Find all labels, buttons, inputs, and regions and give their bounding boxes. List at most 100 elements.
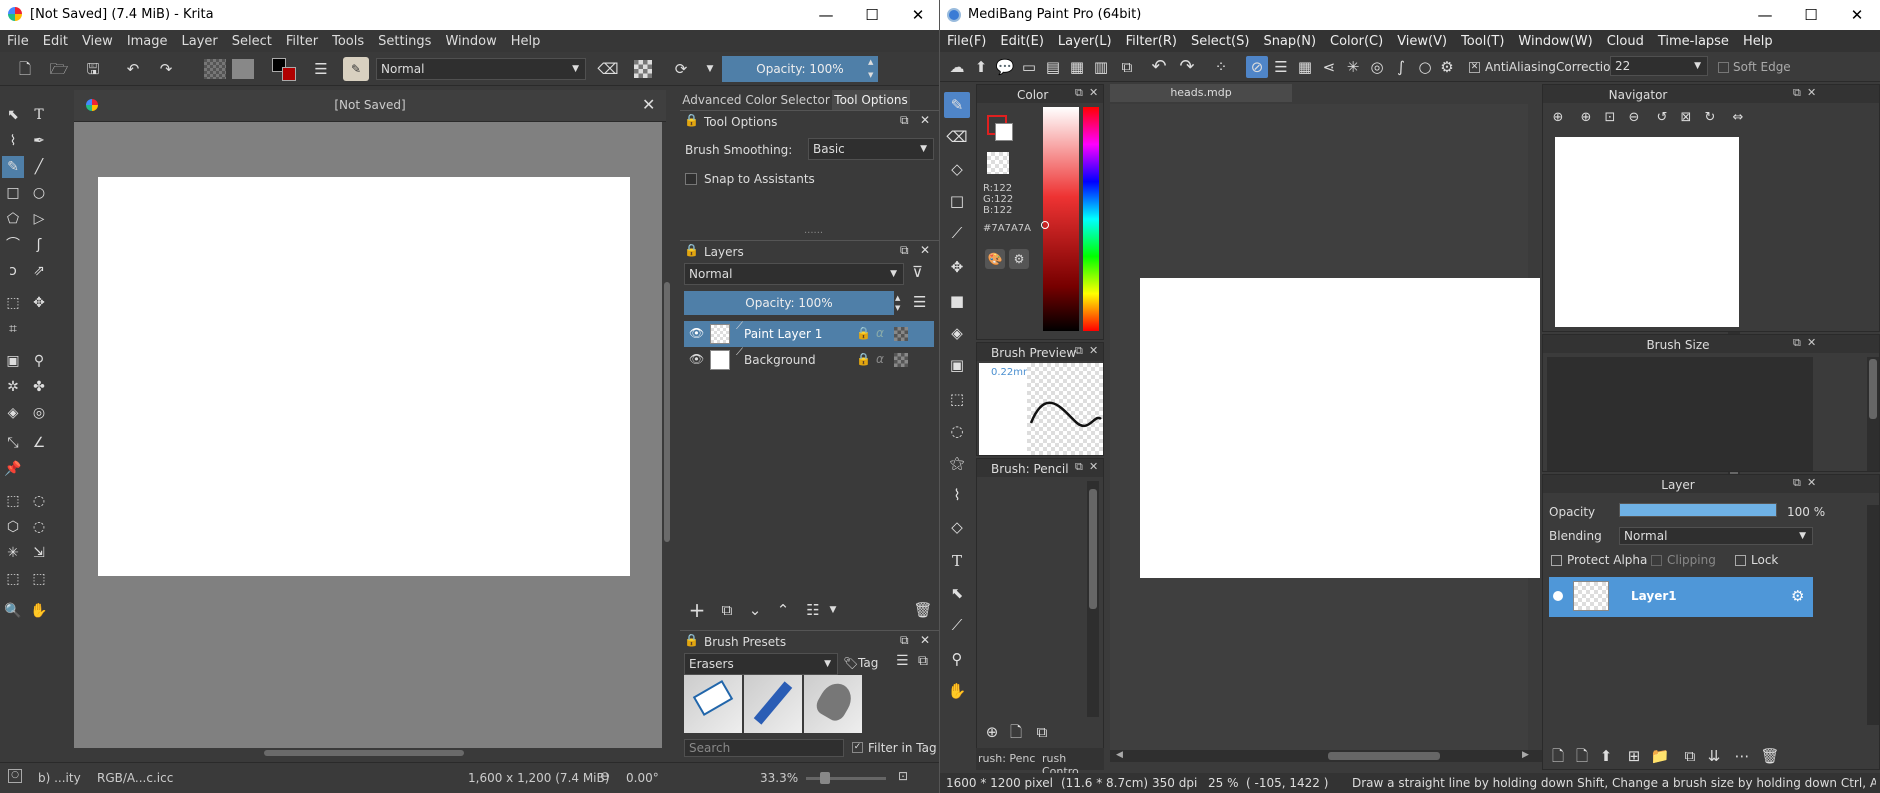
palette-icon[interactable]: 🎨 [985,249,1005,269]
visibility-eye-icon[interactable]: 👁 [689,326,704,340]
rotate-right-icon[interactable]: ↻ [1699,107,1721,129]
layer-opacity-slider[interactable] [1619,503,1777,517]
menu-colorc[interactable]: Color(C) [1323,34,1390,49]
palette-settings-icon[interactable]: ⚙ [1009,249,1029,269]
transform-tool-icon[interactable]: ⬚ [2,292,24,314]
layers-float-icon[interactable]: ⧉ [900,243,909,258]
undo-icon[interactable]: ↶ [1148,56,1170,78]
float-panel-icon[interactable]: ⧉ [1075,344,1083,358]
tag-label[interactable]: Tag [858,656,878,670]
freehand-path-tool-icon[interactable]: ʃ [28,234,50,256]
zoom-slider[interactable] [806,772,886,784]
text-tool-icon[interactable]: T [944,548,970,574]
polygon-tool-icon[interactable]: ⬠ [2,208,24,230]
hue-slider[interactable] [1083,107,1099,331]
flip-icon[interactable]: ⇔ [1727,107,1749,129]
layer-name[interactable]: Paint Layer 1 [744,327,822,341]
ellipse-tool-icon[interactable]: ○ [28,182,50,204]
menu-select[interactable]: Select [225,34,279,49]
text-tool-icon[interactable]: T [28,104,50,126]
presets-lock-icon[interactable]: 🔒 [684,633,699,647]
document-close-icon[interactable]: ✕ [642,95,655,114]
color-picker-tool-icon[interactable]: ⚲ [28,350,50,372]
new-brush-icon[interactable]: 🗋 [1005,721,1027,743]
menu-help[interactable]: Help [1736,34,1780,49]
layer-add-menu-icon[interactable]: ⊞ [1623,745,1645,767]
eraser-tool-icon[interactable]: ⌫ [944,124,970,150]
move-tool-icon[interactable]: ✥ [28,292,50,314]
deselect-icon[interactable]: ⁘ [1210,56,1232,78]
blur-tool-icon[interactable]: ⟋ [944,220,970,246]
zoom-slider-handle[interactable] [820,772,830,784]
canvas-area[interactable] [74,122,662,748]
zoom-in-icon[interactable]: ⊕ [1547,107,1569,129]
bucket-tool-icon[interactable]: ◈ [944,320,970,346]
brush-size-scroll-thumb[interactable] [1869,359,1877,419]
brush-list-scrollbar[interactable] [1087,481,1099,717]
layers-close-icon[interactable]: ✕ [920,243,930,257]
float-panel-icon[interactable]: ⧉ [1793,476,1801,490]
fill-tool-icon[interactable]: ◈ [2,402,24,424]
preset-menu-icon[interactable]: ⧉ [918,653,928,669]
gradient-tool-icon[interactable]: ▣ [944,352,970,378]
edit-shapes-tool-icon[interactable]: ⌇ [2,130,24,152]
close-panel-icon[interactable]: ✕ [1089,344,1098,357]
layer-properties-dropdown-icon[interactable]: ▼ [822,599,844,621]
menu-filef[interactable]: File(F) [940,34,993,49]
reload-preset-icon[interactable]: ⟳ [670,58,692,80]
rectangular-selection-tool-icon[interactable]: ⬚ [2,490,24,512]
operation-tool-icon[interactable]: ⬉ [944,580,970,606]
menu-tools[interactable]: Tools [325,34,371,49]
export-icon[interactable]: ⧉ [1116,56,1138,78]
delete-layer-icon[interactable]: 🗑 [912,599,934,621]
open-icon[interactable]: 🗁 [48,58,70,80]
bezier-tool-icon[interactable]: ⌒ [2,234,24,256]
enclose-fill-tool-icon[interactable]: ◎ [28,402,50,424]
float-panel-icon[interactable]: ⧉ [1793,86,1801,100]
scroll-right-icon[interactable]: ▶ [1522,750,1529,760]
horizontal-scroll-thumb[interactable] [1328,752,1440,760]
eraser-mode-icon[interactable]: ⌫ [597,58,619,80]
close-panel-icon[interactable]: ✕ [1807,86,1816,99]
menu-file[interactable]: File [0,34,36,49]
select-pen-tool-icon[interactable]: ⌇ [944,482,970,508]
color-picker-cursor[interactable] [1041,221,1049,229]
menu-layer[interactable]: Layer [175,34,225,49]
freehand-brush-tool-icon[interactable]: ✎ [2,156,24,178]
duplicate-layer-icon[interactable]: ⧉ [1679,745,1701,767]
brush-smoothing-select[interactable]: Basic ▼ [808,138,934,160]
preset-eraser-hard[interactable] [684,675,742,733]
cloud-icon[interactable]: ☁ [946,56,968,78]
fill-rect-tool-icon[interactable]: ■ [944,288,970,314]
layer-blend-mode-select[interactable]: Normal ▼ [684,263,904,285]
new-document-icon[interactable]: 🗋 [14,58,36,80]
tab-tool-options[interactable]: Tool Options [832,90,910,110]
rectangle-tool-icon[interactable]: □ [2,182,24,204]
new-halftone-layer-icon[interactable]: 🗋 [1571,745,1593,767]
preset-tag-select[interactable]: Erasers ▼ [684,653,838,675]
lock-icon[interactable]: 🔒 [684,113,699,127]
layer-row-background[interactable]: 👁 ⟋ Background 🔒 α [684,347,934,373]
close-icon[interactable]: ✕ [895,0,939,30]
select-tool-icon[interactable]: ⬚ [944,386,970,412]
alpha-lock-icon[interactable]: α [876,326,884,340]
status-rotation[interactable]: 0.00° [626,771,659,785]
medibang-canvas-document[interactable] [1140,278,1540,578]
menu-toolt[interactable]: Tool(T) [1454,34,1511,49]
soft-edge-checkbox[interactable] [1718,62,1729,73]
brush-size-scrollbar[interactable] [1867,357,1879,471]
eyedropper-tool-icon[interactable]: ⚲ [944,646,970,672]
tab-advanced-color-selector[interactable]: Advanced Color Selector [682,90,830,110]
layer-more-icon[interactable]: ⋯ [1731,745,1753,767]
close-panel-icon[interactable]: ✕ [1807,476,1816,489]
float-panel-icon[interactable]: ⧉ [1075,460,1083,474]
magnetic-selection-tool-icon[interactable]: ⬚ [28,568,50,590]
curve-snap-icon[interactable]: ∫ [1390,56,1412,78]
menu-view[interactable]: View [75,34,120,49]
tab-brush-pencil[interactable]: rush: Penc [978,752,1035,765]
presets-close-icon[interactable]: ✕ [920,633,930,647]
opacity-slider[interactable]: Opacity: 100% [722,56,878,82]
menu-edit[interactable]: Edit [36,34,75,49]
fill-gradients-icon[interactable] [204,59,226,79]
zoom-tool-icon[interactable]: 🔍 [2,600,24,622]
